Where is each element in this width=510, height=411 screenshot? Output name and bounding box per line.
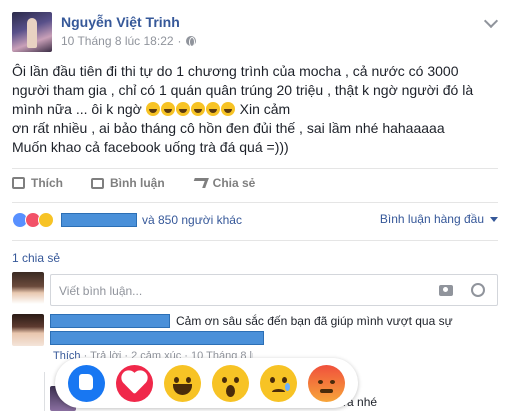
comment-text: Cảm ơn sâu sắc đến bạn đã giúp mình vượt… (176, 314, 453, 328)
post-text-line: Muốn khao cả facebook uống trà đá quá =)… (12, 139, 289, 155)
thumb-shape (79, 373, 93, 390)
share-count[interactable]: 1 chia sẻ (12, 251, 60, 265)
eye (282, 376, 287, 383)
grinning-emoji-icon (205, 102, 220, 116)
thumbs-up-icon (12, 177, 25, 189)
comment-button[interactable]: Bình luận (91, 176, 165, 190)
mouth (320, 388, 333, 393)
post-timestamp[interactable]: 10 Tháng 8 lúc 18:22 (61, 34, 174, 48)
heart-shape (123, 372, 146, 394)
reactions-summary: và 850 người khác Bình luận hàng đầu (12, 210, 498, 230)
wow-reaction-icon[interactable] (212, 364, 249, 402)
sad-reaction-icon[interactable] (260, 364, 297, 402)
divider (12, 202, 498, 203)
eye (186, 376, 191, 383)
post-text-line: ơn rất nhiều , ai bảo tháng cô hồn đen đ… (12, 120, 445, 136)
redacted-comment-text (50, 331, 264, 345)
like-button[interactable]: Thích (12, 176, 63, 190)
comment-input[interactable]: Viết bình luận... (50, 274, 498, 306)
comment-placeholder: Viết bình luận... (59, 284, 143, 298)
author-avatar[interactable] (12, 12, 52, 52)
chevron-down-icon[interactable] (483, 13, 499, 29)
eye (318, 379, 323, 384)
reaction-picker (55, 358, 358, 408)
comment-icon (91, 177, 104, 189)
avatar-figure (27, 18, 37, 48)
comment-label: Bình luận (110, 176, 165, 190)
share-button[interactable]: Chia sẻ (190, 176, 256, 190)
grinning-emoji-icon (175, 102, 190, 116)
grinning-emoji-icon (160, 102, 175, 116)
eye (330, 379, 335, 384)
love-reaction-icon[interactable] (116, 364, 153, 402)
post-text: Ôi lần đầu tiên đi thi tự do 1 chương tr… (12, 62, 492, 157)
eye (174, 376, 179, 383)
reply-thread-line (44, 372, 45, 411)
camera-icon[interactable] (439, 285, 453, 296)
post-text-line: mình nữa ... ôi k ngờ Xin cảm (12, 100, 492, 119)
post-text-segment: Xin cảm (239, 101, 291, 117)
post-text-segment: mình nữa ... ôi k ngờ (12, 101, 142, 117)
caret-down-icon (490, 216, 498, 222)
eye (234, 376, 239, 383)
facebook-post: Nguyễn Việt Trinh 10 Tháng 8 lúc 18:22 ·… (0, 0, 510, 411)
grinning-emoji-icon (190, 102, 205, 116)
share-arrow-icon (190, 178, 209, 188)
post-text-line: Ôi lần đầu tiên đi thi tự do 1 chương tr… (12, 63, 459, 79)
post-meta: 10 Tháng 8 lúc 18:22 · (61, 34, 196, 48)
haha-reaction-icon[interactable] (38, 212, 54, 228)
eye (270, 376, 275, 383)
post-text-line: người tham gia , chỉ có 1 quán quân trún… (12, 82, 474, 98)
grinning-emoji-icon (145, 102, 160, 116)
mouth (226, 384, 235, 397)
post-action-bar: Thích Bình luận Chia sẻ (12, 176, 255, 190)
haha-reaction-icon[interactable] (164, 364, 201, 402)
sticker-icon[interactable] (471, 283, 485, 297)
tear (285, 382, 290, 391)
sort-label: Bình luận hàng đầu (379, 212, 484, 226)
globe-icon[interactable] (185, 36, 196, 47)
redacted-commenter-name[interactable] (50, 314, 170, 328)
eye (222, 376, 227, 383)
commenter-avatar[interactable] (12, 314, 44, 346)
author-name[interactable]: Nguyễn Việt Trinh (61, 14, 180, 30)
current-user-avatar[interactable] (12, 272, 44, 304)
divider (12, 240, 498, 241)
grinning-emoji-icon (220, 102, 235, 116)
mouth (173, 383, 192, 395)
like-reaction-icon[interactable] (68, 364, 105, 402)
angry-reaction-icon[interactable] (308, 364, 345, 402)
divider (12, 168, 498, 169)
reactions-count[interactable]: và 850 người khác (142, 213, 242, 227)
like-label: Thích (31, 176, 63, 190)
mouth (272, 388, 285, 395)
comment-sort-dropdown[interactable]: Bình luận hàng đầu (380, 212, 498, 226)
share-label: Chia sẻ (212, 176, 256, 190)
redacted-name[interactable] (61, 213, 137, 227)
